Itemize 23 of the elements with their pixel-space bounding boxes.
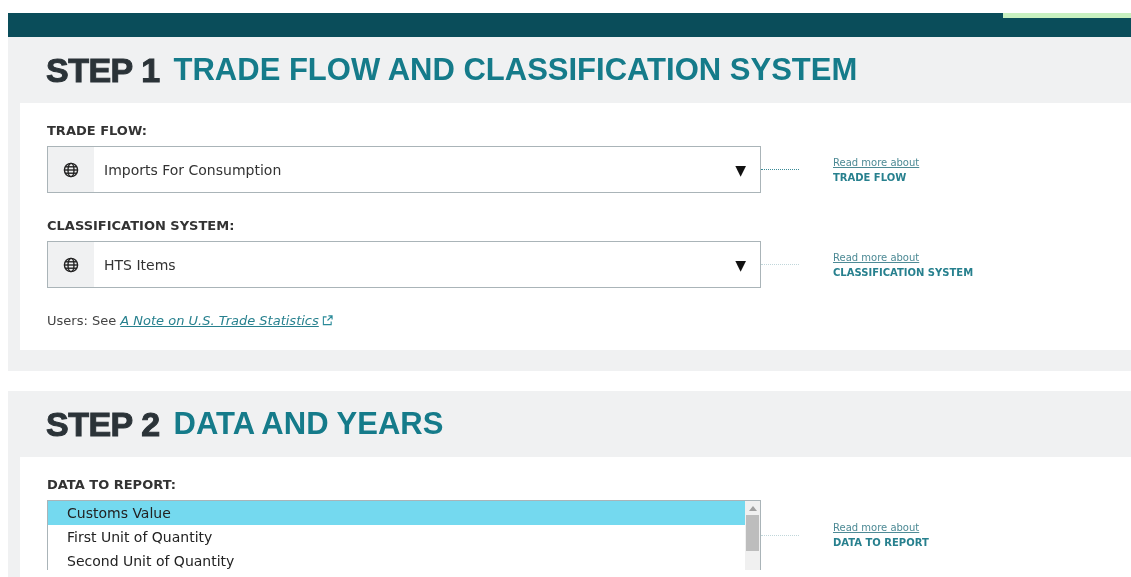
list-box[interactable]: Customs Value First Unit of Quantity Second Unit of Quantity: [47, 500, 761, 570]
step-title: TRADE FLOW AND CLASSIFICATION SYSTEM: [173, 52, 858, 88]
note-text: Users: See A Note on U.S. Trade Statistics: [47, 313, 1131, 328]
step-title: DATA AND YEARS: [173, 406, 444, 442]
list-option[interactable]: First Unit of Quantity: [48, 525, 745, 549]
read-more-link[interactable]: Read more about DATA TO REPORT: [833, 520, 929, 550]
globe-icon: [63, 256, 79, 273]
step-number: STEP 1: [46, 50, 160, 90]
scrollbar[interactable]: [745, 501, 760, 570]
step-number: STEP 2: [46, 404, 160, 444]
dropdown[interactable]: Imports For Consumption ▼: [47, 146, 761, 193]
field-label: TRADE FLOW:: [47, 123, 149, 138]
list-option[interactable]: Customs Value: [48, 501, 745, 525]
read-more-link[interactable]: Read more about TRADE FLOW: [833, 154, 920, 185]
scroll-up-arrow-icon[interactable]: [748, 506, 757, 511]
note-link[interactable]: A Note on U.S. Trade Statistics: [120, 313, 319, 328]
globe-icon: [63, 161, 79, 178]
field-label: CLASSIFICATION SYSTEM:: [47, 218, 236, 233]
read-more-link[interactable]: Read more about CLASSIFICATION SYSTEM: [833, 249, 974, 280]
field-label: DATA TO REPORT:: [47, 477, 177, 492]
list-option[interactable]: Second Unit of Quantity: [48, 549, 745, 570]
external-link-icon: [321, 315, 333, 326]
dropdown[interactable]: HTS Items ▼: [47, 241, 761, 288]
